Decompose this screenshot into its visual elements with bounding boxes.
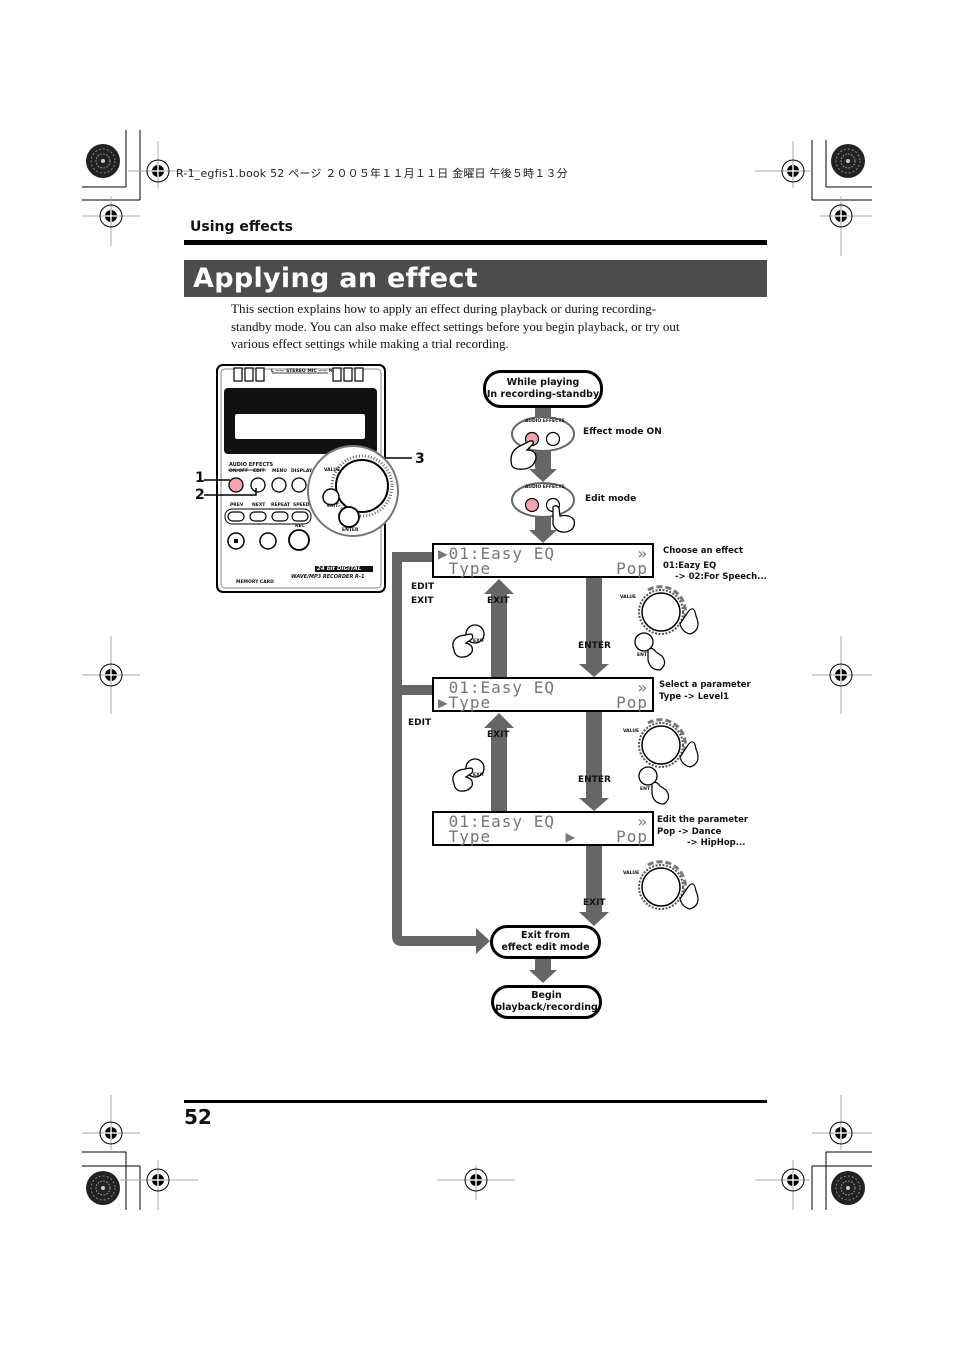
note-line: Type -> Level1 [659, 691, 730, 702]
begin-playback-box: Begin playback/recording [491, 985, 602, 1019]
lcd-edit-parameter: 01:Easy EQ» Type ▶ Pop [432, 811, 654, 846]
note-line: Pop -> Dance [657, 826, 722, 837]
arrow-head [529, 469, 557, 482]
note-line: -> HipHop... [687, 838, 746, 848]
page-number: 52 [184, 1105, 212, 1129]
exit-box-line: Exit from [521, 930, 570, 941]
note-line: 01:Eazy EQ [663, 560, 717, 571]
start-state-box: While playing In recording-standby [483, 370, 603, 408]
end-box-line: playback/recording [495, 1002, 598, 1013]
step-edit-mode: Edit mode [585, 494, 637, 504]
label-edit: EDIT [408, 718, 432, 728]
label-exit-small: EXIT [473, 639, 485, 644]
footer-rule [184, 1100, 767, 1103]
note-choose-effect: Choose an effect 01:Eazy EQ -> 02:For Sp… [663, 546, 767, 584]
label-exit: EXIT [411, 596, 434, 606]
label-enter: ENTER [578, 641, 611, 651]
lcd-text: Pop [616, 693, 648, 712]
mini-panel-title: AUDIO EFFECTS [525, 485, 565, 490]
lcd-select-parameter: 01:Easy EQ» ▶Type Pop [432, 677, 654, 712]
label-enter: ENTER [578, 775, 611, 785]
label-exit: EXIT [487, 596, 510, 606]
label-value: VALUE [623, 729, 640, 734]
note-title: Choose an effect [663, 546, 744, 556]
label-ent: ENT [637, 653, 647, 658]
exit-edit-mode-box: Exit from effect edit mode [490, 925, 601, 959]
start-line: In recording-standby [486, 389, 600, 400]
exit-box-line: effect edit mode [501, 942, 590, 953]
finger-press-icon [510, 440, 537, 470]
label-exit: EXIT [487, 730, 510, 740]
note-select-parameter: Select a parameter Type -> Level1 [659, 680, 751, 703]
note-edit-parameter: Edit the parameter Pop -> Dance -> HipHo… [657, 815, 748, 850]
flow-arrows [392, 408, 699, 983]
lcd-choose-effect: ▶01:Easy EQ» Type Pop [432, 543, 654, 578]
lcd-text: Type [438, 827, 492, 846]
step-effect-mode-on: Effect mode ON [583, 427, 662, 437]
lcd-cursor: ▶ [565, 827, 577, 846]
lcd-text: ▶Type [438, 693, 492, 712]
lcd-text: Type [438, 559, 492, 578]
label-ent: ENT [640, 787, 650, 792]
label-exit-small: EXIT [473, 773, 485, 778]
start-line: While playing [506, 377, 580, 388]
lcd-text: Pop [616, 827, 648, 846]
label-edit: EDIT [411, 582, 435, 592]
end-box-line: Begin [531, 990, 562, 1001]
note-line: -> 02:For Speech... [675, 572, 767, 582]
label-value: VALUE [620, 595, 637, 600]
label-value: VALUE [623, 871, 640, 876]
note-title: Select a parameter [659, 680, 751, 690]
label-exit: EXIT [583, 898, 606, 908]
note-title: Edit the parameter [657, 815, 749, 825]
lcd-text: Pop [616, 559, 648, 578]
mini-panel-title: AUDIO EFFECTS [525, 419, 565, 424]
